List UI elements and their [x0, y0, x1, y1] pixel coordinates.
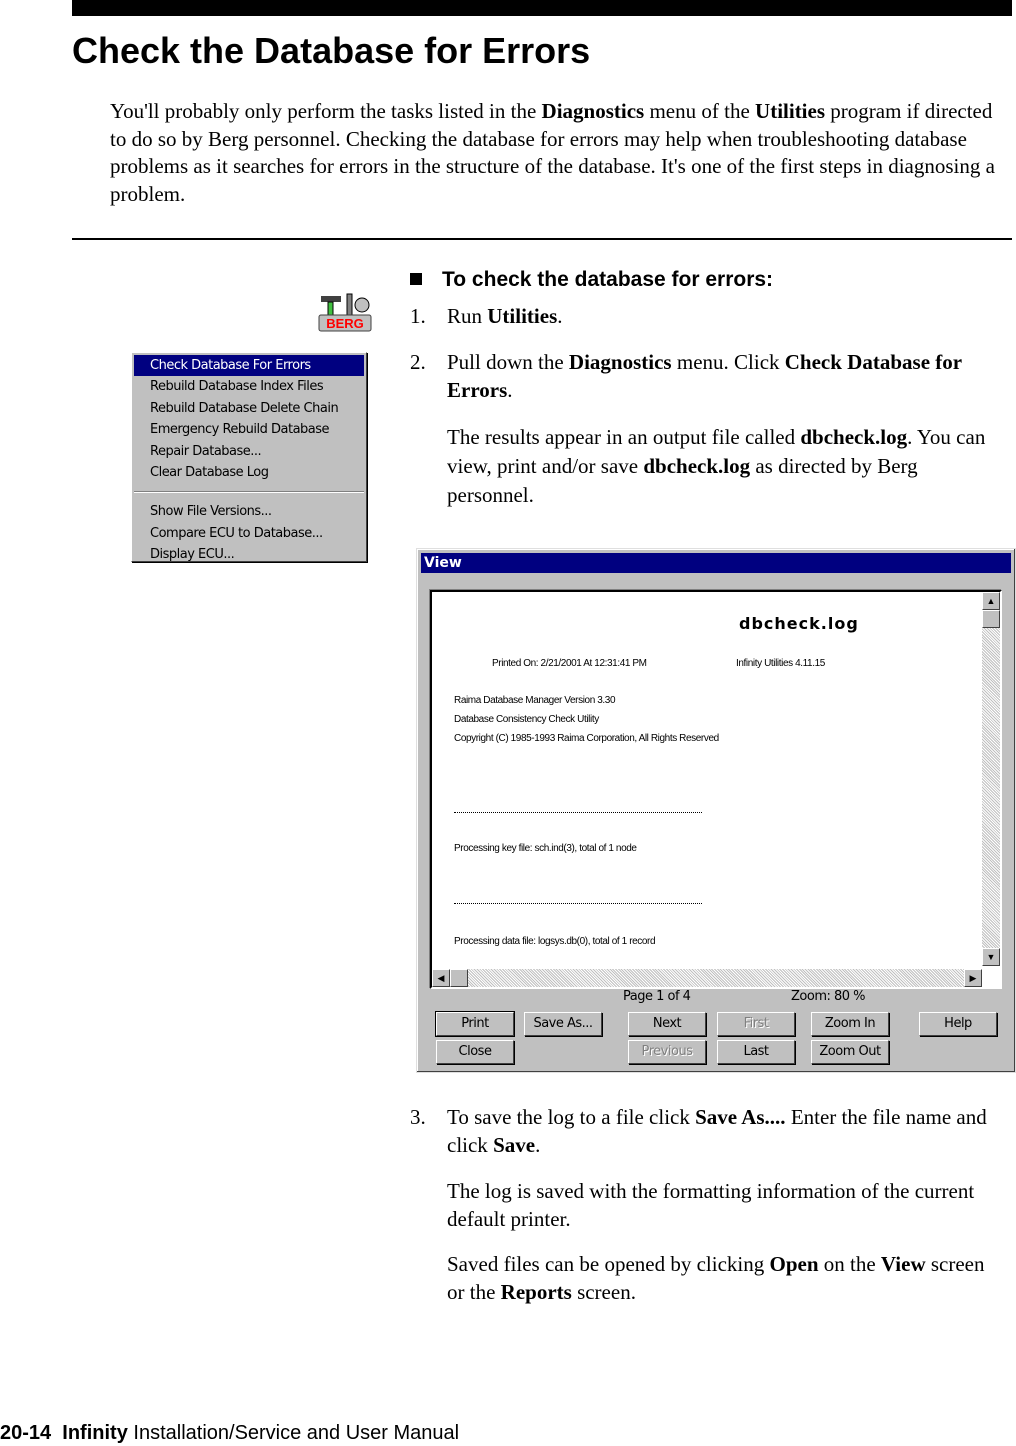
logo-text: BERG: [326, 316, 364, 331]
bold-term: Open: [769, 1252, 819, 1276]
page-number: 20-14: [0, 1422, 52, 1444]
zoom-out-button[interactable]: Zoom Out: [811, 1040, 889, 1064]
zoom-in-button[interactable]: Zoom In: [811, 1012, 889, 1036]
intro-paragraph: You'll probably only perform the tasks l…: [110, 98, 1005, 208]
menu-item[interactable]: Show File Versions...: [132, 501, 366, 522]
view-window: View dbcheck.log Printed On: 2/21/2001 A…: [416, 548, 1016, 1073]
menu-item[interactable]: Repair Database...: [132, 441, 366, 462]
menu-item[interactable]: Compare ECU to Database...: [132, 523, 366, 544]
bold-term: Utilities: [755, 99, 826, 123]
save-as-button[interactable]: Save As...: [524, 1012, 602, 1036]
menu-item[interactable]: Clear Database Log: [132, 462, 366, 483]
page-status: Page 1 of 4: [623, 989, 691, 1004]
manual-page: Check the Database for Errors You'll pro…: [0, 0, 1016, 1446]
step-3: To save the log to a file click Save As.…: [447, 1104, 1007, 1159]
bold-term: Utilities: [487, 304, 558, 328]
step-3-note-2: Saved files can be opened by clicking Op…: [447, 1251, 987, 1306]
horizontal-scrollbar[interactable]: ◀ ▶: [432, 969, 982, 987]
text-run: .: [535, 1132, 541, 1157]
product-name: Infinity: [62, 1422, 128, 1444]
step-1: Run Utilities.: [447, 303, 1012, 331]
step-2-note: The results appear in an output file cal…: [447, 423, 1007, 510]
bold-term: Save As....: [695, 1105, 786, 1129]
printed-on: Printed On: 2/21/2001 At 12:31:41 PM: [492, 658, 647, 669]
procedure-heading: To check the database for errors:: [410, 268, 773, 292]
menu-item[interactable]: Emergency Rebuild Database: [132, 419, 366, 440]
header-bar: [72, 0, 1012, 16]
menu-separator: [134, 491, 364, 494]
menu-item[interactable]: Check Database For Errors: [134, 355, 364, 377]
text-run: You'll probably only perform the tasks l…: [110, 99, 542, 123]
window-title: View: [421, 553, 1011, 573]
bold-term: Diagnostics: [541, 99, 645, 123]
text-run: on the: [818, 1252, 881, 1276]
manual-title: Installation/Service and User Manual: [133, 1422, 460, 1444]
scroll-thumb[interactable]: [982, 610, 1000, 628]
log-separator: [454, 903, 702, 904]
log-line: Raima Database Manager Version 3.30: [454, 695, 616, 706]
text-run: menu. Click: [671, 350, 785, 374]
divider: [72, 238, 1012, 240]
diagnostics-menu: Check Database For Errors Rebuild Databas…: [131, 352, 367, 562]
step-2: Pull down the Diagnostics menu. Click Ch…: [447, 349, 1012, 404]
text-run: Saved files can be opened by clicking: [447, 1252, 770, 1276]
scroll-down-icon[interactable]: ▼: [982, 948, 1000, 966]
text-run: screen.: [571, 1279, 636, 1304]
procedure-heading-text: To check the database for errors:: [442, 268, 774, 291]
scroll-left-icon[interactable]: ◀: [432, 969, 450, 987]
last-button[interactable]: Last: [717, 1040, 795, 1064]
help-button[interactable]: Help: [919, 1012, 997, 1036]
bold-term: View: [880, 1252, 926, 1276]
step-number: 3.: [410, 1105, 426, 1129]
scroll-thumb[interactable]: [450, 969, 468, 987]
bold-term: dbcheck.log: [800, 425, 908, 449]
log-separator: [454, 812, 702, 813]
text-run: To save the log to a file click: [447, 1105, 696, 1129]
step-number: 1.: [410, 304, 426, 328]
text-run: Run: [447, 304, 488, 328]
bold-term: Diagnostics: [568, 350, 672, 374]
text-run: .: [557, 304, 563, 328]
menu-item[interactable]: Display ECU...: [132, 544, 366, 565]
menu-item[interactable]: Rebuild Database Delete Chain: [132, 398, 366, 419]
text-run: The log is saved with the formatting inf…: [447, 1179, 975, 1231]
log-data-file: Processing data file: logsys.db(0), tota…: [454, 936, 656, 947]
bold-term: dbcheck.log: [643, 454, 751, 478]
bold-term: Save: [493, 1132, 536, 1157]
page-footer: 20-14 Infinity Installation/Service and …: [0, 1422, 459, 1445]
step-number: 2.: [410, 350, 426, 374]
square-bullet-icon: [410, 273, 422, 285]
close-button[interactable]: Close: [436, 1040, 514, 1064]
vertical-scrollbar[interactable]: ▲ ▼: [982, 592, 1000, 966]
page-title: Check the Database for Errors: [72, 30, 591, 71]
log-line: Database Consistency Check Utility: [454, 714, 599, 725]
scroll-right-icon[interactable]: ▶: [964, 969, 982, 987]
next-button[interactable]: Next: [628, 1012, 706, 1036]
scroll-up-icon[interactable]: ▲: [982, 592, 1000, 610]
app-version: Infinity Utilities 4.11.15: [736, 658, 825, 669]
log-preview: dbcheck.log Printed On: 2/21/2001 At 12:…: [430, 590, 1002, 989]
bold-term: Reports: [500, 1279, 572, 1304]
step-3-note-1: The log is saved with the formatting inf…: [447, 1178, 987, 1233]
berg-utilities-icon: BERG: [318, 293, 372, 333]
text-run: The results appear in an output file cal…: [447, 425, 801, 449]
text-run: Pull down the: [447, 350, 569, 374]
text-run: menu of the: [644, 99, 756, 123]
zoom-status: Zoom: 80 %: [791, 989, 866, 1004]
log-line: Copyright (C) 1985-1993 Raima Corporatio…: [454, 733, 719, 744]
print-button[interactable]: Print: [435, 1011, 515, 1037]
log-title: dbcheck.log: [739, 614, 859, 633]
text-run: .: [507, 377, 513, 402]
first-button[interactable]: First: [717, 1012, 795, 1036]
log-key-file: Processing key file: sch.ind(3), total o…: [454, 843, 637, 854]
previous-button[interactable]: Previous: [628, 1040, 706, 1064]
menu-item[interactable]: Rebuild Database Index Files: [132, 376, 366, 397]
